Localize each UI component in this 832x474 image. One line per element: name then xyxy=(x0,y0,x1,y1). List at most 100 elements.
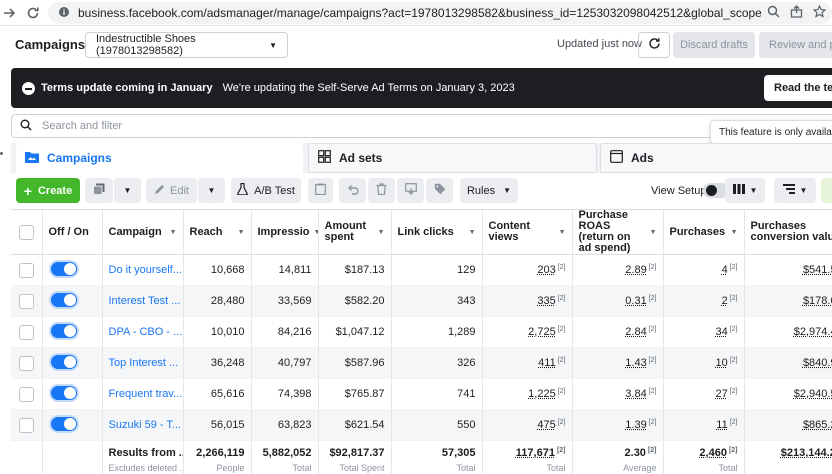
table-row[interactable]: Frequent trav... 65,616 74,398 $765.87 741 1,… xyxy=(11,379,832,410)
account-dropdown[interactable]: Indestructible Shoes (1978013298582) ▼ xyxy=(85,32,288,58)
campaign-on-toggle[interactable] xyxy=(49,260,79,278)
purchases-value[interactable]: 27 xyxy=(715,388,727,400)
refresh-button[interactable] xyxy=(638,32,670,58)
row-checkbox[interactable] xyxy=(19,294,34,309)
campaign-name-link[interactable]: Interest Test ... xyxy=(102,286,183,317)
roas-value[interactable]: 2.89 xyxy=(625,264,646,276)
collapse-handle[interactable] xyxy=(0,152,3,155)
tab-campaigns[interactable]: Campaigns xyxy=(16,143,303,173)
table-row[interactable]: DPA - CBO - ... 10,010 84,216 $1,047.12 1,28… xyxy=(11,317,832,348)
col-header-purchases[interactable]: Purchases ▼ xyxy=(663,210,744,255)
export-button[interactable] xyxy=(397,178,424,203)
campaign-name-link[interactable]: Frequent trav... xyxy=(102,379,183,410)
more-button[interactable] xyxy=(821,178,832,203)
review-publish-button[interactable]: Review and publish xyxy=(759,32,832,58)
purchases-value[interactable]: 4 xyxy=(722,264,728,276)
table-row[interactable]: Top Interest ... 36,248 40,797 $587.96 326 41… xyxy=(11,348,832,379)
conversion-value[interactable]: $541.55 xyxy=(803,264,832,276)
undo-button[interactable] xyxy=(339,178,366,203)
campaign-on-toggle[interactable] xyxy=(49,384,79,402)
ab-test-button[interactable]: A/B Test xyxy=(231,178,301,203)
roas-value[interactable]: 2.84 xyxy=(625,326,646,338)
campaign-name-link[interactable]: Do it yourself... xyxy=(102,255,183,286)
col-header-link-clicks[interactable]: Link clicks ▼ xyxy=(391,210,482,255)
roas-value[interactable]: 1.43 xyxy=(625,357,646,369)
roas-value[interactable]: 3.84 xyxy=(625,388,646,400)
content-views-value[interactable]: 411 xyxy=(538,357,556,369)
edit-menu-button[interactable]: ▼ xyxy=(198,178,225,203)
row-checkbox[interactable] xyxy=(19,387,34,402)
campaign-on-toggle[interactable] xyxy=(49,291,79,309)
discard-drafts-button[interactable]: Discard drafts xyxy=(673,32,755,58)
conversion-value[interactable]: $178.00 xyxy=(803,295,832,307)
reload-icon[interactable] xyxy=(25,5,41,21)
campaign-name-link[interactable]: Top Interest ... xyxy=(102,348,183,379)
roas-value[interactable]: 1.39 xyxy=(625,419,646,431)
purchases-value[interactable]: 11 xyxy=(716,419,727,431)
campaign-on-toggle[interactable] xyxy=(49,322,79,340)
campaign-on-toggle[interactable] xyxy=(49,353,79,371)
read-terms-button[interactable]: Read the terms xyxy=(764,75,832,101)
col-header-impressions[interactable]: Impressio▼ xyxy=(251,210,318,255)
table-row[interactable]: Do it yourself... 10,668 14,811 $187.13 129 2… xyxy=(11,255,832,286)
tab-adsets[interactable]: Ad sets xyxy=(308,143,597,173)
row-checkbox[interactable] xyxy=(19,325,34,340)
purchases-value[interactable]: 34 xyxy=(715,326,727,338)
content-views-value[interactable]: 203 xyxy=(537,264,555,276)
banner-title: Terms update coming in January xyxy=(41,82,213,94)
breakdown-icon xyxy=(783,184,795,197)
campaign-name-link[interactable]: DPA - CBO - ... xyxy=(102,317,183,348)
search-filter-bar[interactable] xyxy=(11,114,832,138)
breakdown-button[interactable]: ▼ xyxy=(774,178,816,203)
col-header-reach[interactable]: Reach ▼ xyxy=(183,210,251,255)
rules-button[interactable]: Rules ▼ xyxy=(460,178,518,203)
col-header-purchase-roas[interactable]: Purchase ROAS (return on ad spend) ▼ xyxy=(572,210,663,255)
create-button[interactable]: + Create xyxy=(16,178,80,203)
campaign-on-toggle[interactable] xyxy=(49,415,79,433)
address-bar[interactable]: business.facebook.com/adsmanager/manage/… xyxy=(48,2,832,24)
duplicate-button[interactable] xyxy=(85,178,113,203)
col-header-content-views[interactable]: Content views ▼ xyxy=(482,210,572,255)
tab-ads[interactable]: Ads xyxy=(600,143,832,173)
row-checkbox[interactable] xyxy=(19,418,34,433)
content-views-value[interactable]: 1,225 xyxy=(528,388,556,400)
content-views-value[interactable]: 475 xyxy=(537,419,555,431)
purchases-cell: 34 [2] xyxy=(663,317,744,348)
purchases-value[interactable]: 2 xyxy=(722,295,728,307)
clipboard-button[interactable] xyxy=(308,178,333,203)
bookmark-star-icon[interactable] xyxy=(813,5,826,21)
roas-value[interactable]: 0.31 xyxy=(625,295,646,307)
conversion-value[interactable]: $840.90 xyxy=(803,357,832,369)
conversion-value[interactable]: $2,940.55 xyxy=(794,388,832,400)
col-header-toggle[interactable]: Off / On xyxy=(42,210,102,255)
table-row[interactable]: Suzuki 59 - T... 56,015 63,823 $621.54 550 47… xyxy=(11,410,832,441)
conversion-value[interactable]: $865.25 xyxy=(803,419,832,431)
purchases-value[interactable]: 10 xyxy=(715,357,727,369)
caret-down-icon: ▼ xyxy=(208,186,216,195)
content-views-value[interactable]: 2,725 xyxy=(528,326,556,338)
delete-button[interactable] xyxy=(368,178,395,203)
forward-arrow-icon[interactable] xyxy=(2,5,18,21)
site-info-icon[interactable] xyxy=(58,6,70,21)
share-icon[interactable] xyxy=(790,5,803,21)
tag-button[interactable] xyxy=(426,178,453,203)
edit-button[interactable]: Edit xyxy=(146,178,197,203)
campaign-name-link[interactable]: Suzuki 59 - T... xyxy=(102,410,183,441)
col-header-conversion-value[interactable]: Purchases conversion value xyxy=(744,210,832,255)
total-value: $213,144.21 xyxy=(781,447,832,459)
search-icon[interactable] xyxy=(767,5,780,21)
row-checkbox[interactable] xyxy=(19,263,34,278)
conversion-value[interactable]: $2,974.45 xyxy=(794,326,832,338)
duplicate-menu-button[interactable]: ▼ xyxy=(114,178,141,203)
conversion-value-cell: $840.90[2] xyxy=(744,348,832,379)
content-views-value[interactable]: 335 xyxy=(537,295,555,307)
select-all-checkbox[interactable] xyxy=(19,225,34,240)
col-header-campaign[interactable]: Campaign ▼ xyxy=(102,210,183,255)
search-input[interactable] xyxy=(42,120,642,132)
table-row[interactable]: Interest Test ... 28,480 33,569 $582.20 343 3… xyxy=(11,286,832,317)
col-header-amount-spent[interactable]: Amount spent ▼ xyxy=(318,210,391,255)
columns-button[interactable]: ▼ xyxy=(725,178,765,203)
row-checkbox[interactable] xyxy=(19,356,34,371)
roas-cell: 3.84 [2] xyxy=(572,379,663,410)
terms-banner: Terms update coming in January We're upd… xyxy=(11,68,832,108)
